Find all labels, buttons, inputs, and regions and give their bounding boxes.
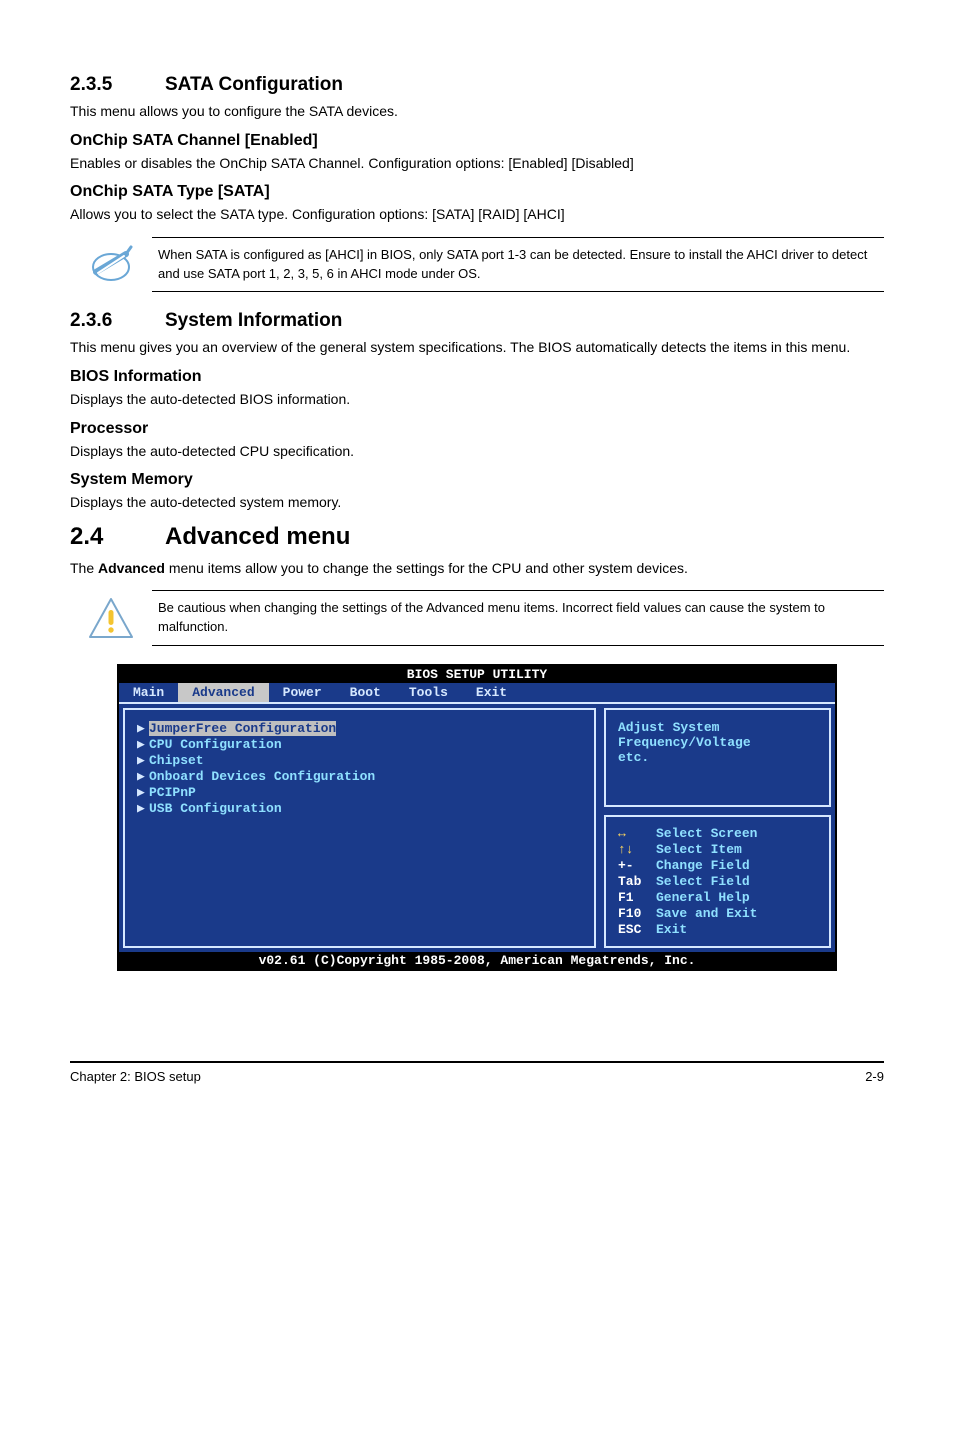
text: The <box>70 560 98 576</box>
bios-menu-item[interactable]: ▶CPU Configuration <box>137 737 582 752</box>
footer-left: Chapter 2: BIOS setup <box>70 1069 201 1084</box>
heading-num: 2.3.6 <box>70 310 165 332</box>
triangle-icon: ▶ <box>137 769 149 784</box>
legend-key: F1 <box>618 890 656 905</box>
paragraph: Displays the auto-detected BIOS informat… <box>70 390 884 410</box>
bios-menu-item[interactable]: ▶JumperFree Configuration <box>137 721 582 736</box>
legend-key: Tab <box>618 874 656 889</box>
bios-menu-label: CPU Configuration <box>149 737 282 752</box>
legend-key: ESC <box>618 922 656 937</box>
note-icon <box>70 242 152 288</box>
bios-legend-row: ↔Select Screen <box>618 826 817 841</box>
bios-menu-label: PCIPnP <box>149 785 196 800</box>
bios-legend-row: F1General Help <box>618 890 817 905</box>
caution-callout: Be cautious when changing the settings o… <box>70 590 884 646</box>
bios-menu-label: Onboard Devices Configuration <box>149 769 375 784</box>
paragraph: The Advanced menu items allow you to cha… <box>70 559 884 579</box>
bios-legend-row: ↑↓Select Item <box>618 842 817 857</box>
bios-legend-row: ESCExit <box>618 922 817 937</box>
triangle-icon: ▶ <box>137 753 149 768</box>
bios-menu-item[interactable]: ▶USB Configuration <box>137 801 582 816</box>
bios-tab[interactable]: Tools <box>395 683 462 702</box>
bios-menu-pane: ▶JumperFree Configuration▶CPU Configurat… <box>123 708 596 948</box>
page-footer: Chapter 2: BIOS setup 2-9 <box>70 1061 884 1084</box>
bios-tab[interactable]: Advanced <box>178 683 268 702</box>
heading-2-3-5: 2.3.5SATA Configuration <box>70 74 884 96</box>
legend-desc: Save and Exit <box>656 906 757 921</box>
heading-num: 2.3.5 <box>70 74 165 96</box>
bios-help-line: etc. <box>618 750 817 765</box>
heading-2-4: 2.4Advanced menu <box>70 523 884 551</box>
subheading: BIOS Information <box>70 368 884 386</box>
caution-icon <box>70 597 152 639</box>
heading-title: Advanced menu <box>165 523 350 550</box>
bios-menu-label: Chipset <box>149 753 204 768</box>
legend-desc: Change Field <box>656 858 750 873</box>
legend-desc: Exit <box>656 922 687 937</box>
subheading: Processor <box>70 420 884 438</box>
paragraph: Displays the auto-detected CPU specifica… <box>70 442 884 462</box>
bios-tab[interactable]: Boot <box>336 683 395 702</box>
paragraph: Enables or disables the OnChip SATA Chan… <box>70 154 884 174</box>
bios-tab-bar: MainAdvancedPowerBootToolsExit <box>119 683 835 702</box>
subheading: System Memory <box>70 471 884 489</box>
triangle-icon: ▶ <box>137 721 149 736</box>
triangle-icon: ▶ <box>137 801 149 816</box>
legend-desc: General Help <box>656 890 750 905</box>
bios-legend-row: TabSelect Field <box>618 874 817 889</box>
legend-key: ↑↓ <box>618 842 656 857</box>
bios-tab[interactable]: Exit <box>462 683 521 702</box>
bios-legend-pane: ↔Select Screen↑↓Select Item+-Change Fiel… <box>604 815 831 948</box>
bios-help-pane: Adjust SystemFrequency/Voltageetc. <box>604 708 831 807</box>
caution-text: Be cautious when changing the settings o… <box>152 590 884 646</box>
paragraph: This menu allows you to configure the SA… <box>70 102 884 122</box>
text-bold: Advanced <box>98 560 165 576</box>
bios-title: BIOS SETUP UTILITY <box>119 666 835 683</box>
subheading: OnChip SATA Type [SATA] <box>70 183 884 201</box>
triangle-icon: ▶ <box>137 785 149 800</box>
heading-title: SATA Configuration <box>165 74 343 95</box>
legend-desc: Select Item <box>656 842 742 857</box>
paragraph: Allows you to select the SATA type. Conf… <box>70 205 884 225</box>
bios-help-line: Frequency/Voltage <box>618 735 817 750</box>
bios-screenshot: BIOS SETUP UTILITY MainAdvancedPowerBoot… <box>117 664 837 971</box>
bios-tab[interactable]: Main <box>119 683 178 702</box>
bios-menu-label: USB Configuration <box>149 801 282 816</box>
bios-help-line: Adjust System <box>618 720 817 735</box>
bios-menu-item[interactable]: ▶PCIPnP <box>137 785 582 800</box>
bios-menu-item[interactable]: ▶Onboard Devices Configuration <box>137 769 582 784</box>
bios-footer: v02.61 (C)Copyright 1985-2008, American … <box>119 952 835 969</box>
note-callout: When SATA is configured as [AHCI] in BIO… <box>70 237 884 293</box>
legend-desc: Select Field <box>656 874 750 889</box>
bios-menu-label: JumperFree Configuration <box>149 721 336 736</box>
bios-legend-row: +-Change Field <box>618 858 817 873</box>
legend-key: ↔ <box>618 826 656 841</box>
heading-num: 2.4 <box>70 523 165 551</box>
bios-tab[interactable]: Power <box>269 683 336 702</box>
footer-right: 2-9 <box>865 1069 884 1084</box>
legend-desc: Select Screen <box>656 826 757 841</box>
paragraph: Displays the auto-detected system memory… <box>70 493 884 513</box>
bios-menu-item[interactable]: ▶Chipset <box>137 753 582 768</box>
triangle-icon: ▶ <box>137 737 149 752</box>
bios-legend-row: F10Save and Exit <box>618 906 817 921</box>
paragraph: This menu gives you an overview of the g… <box>70 338 884 358</box>
note-text: When SATA is configured as [AHCI] in BIO… <box>152 237 884 293</box>
subheading: OnChip SATA Channel [Enabled] <box>70 132 884 150</box>
legend-key: F10 <box>618 906 656 921</box>
legend-key: +- <box>618 858 656 873</box>
heading-title: System Information <box>165 310 342 331</box>
text: menu items allow you to change the setti… <box>165 560 688 576</box>
heading-2-3-6: 2.3.6System Information <box>70 310 884 332</box>
